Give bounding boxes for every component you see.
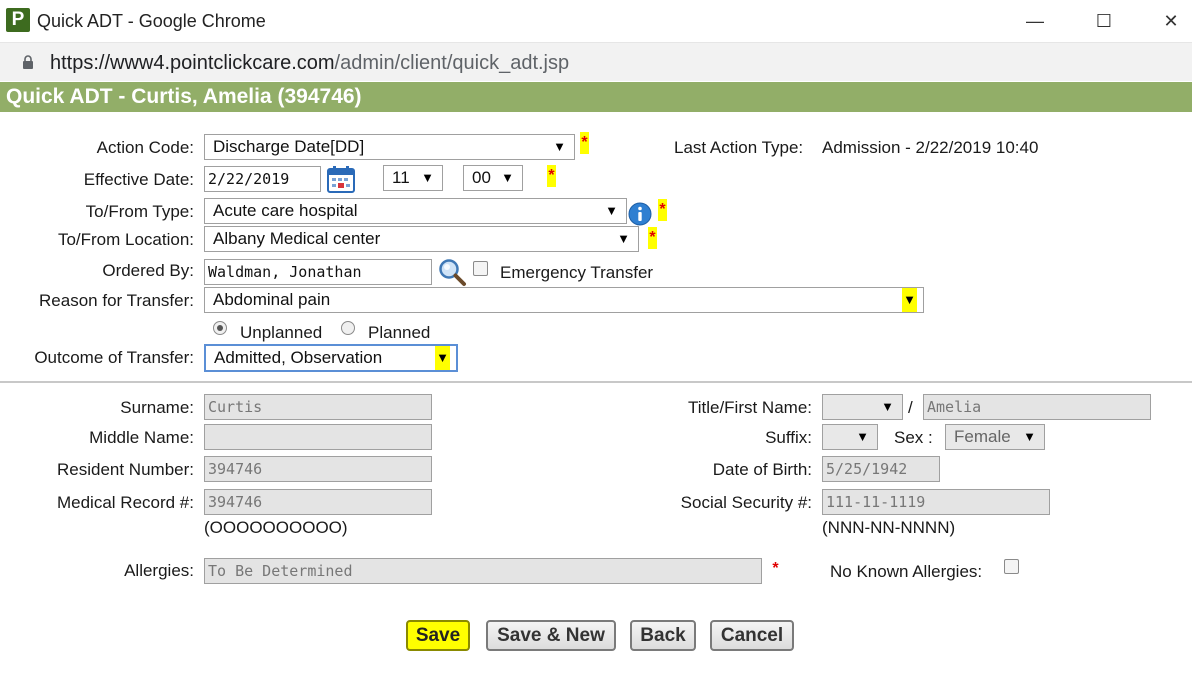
- unplanned-radio[interactable]: [213, 321, 227, 335]
- ordered-by-input[interactable]: Waldman, Jonathan: [204, 259, 432, 285]
- cancel-button[interactable]: Cancel: [710, 620, 794, 651]
- minimize-button[interactable]: —: [1012, 6, 1058, 36]
- action-code-label: Action Code:: [96, 138, 194, 157]
- ssn-format-hint: (NNN-NN-NNNN): [822, 518, 956, 537]
- to-from-location-select[interactable]: Albany Medical center ▼: [204, 226, 639, 252]
- outcome-of-transfer-select[interactable]: Admitted, Observation ▼: [204, 344, 458, 372]
- info-icon[interactable]: [628, 202, 652, 226]
- last-action-label: Last Action Type:: [674, 138, 804, 157]
- to-from-type-value: Acute care hospital: [213, 201, 358, 220]
- date-of-birth-label: Date of Birth:: [712, 460, 812, 479]
- effective-date-input[interactable]: 2/22/2019: [204, 166, 321, 192]
- effective-date-label: Effective Date:: [83, 170, 194, 189]
- middle-name-label: Middle Name:: [89, 428, 194, 447]
- name-separator: /: [908, 398, 913, 417]
- last-action-datetime: 2/22/2019 10:40: [915, 138, 1039, 157]
- emergency-transfer-label: Emergency Transfer: [500, 263, 654, 282]
- section-divider: [0, 381, 1192, 383]
- calendar-icon[interactable]: [326, 164, 356, 194]
- title-select[interactable]: ▼: [822, 394, 903, 420]
- planned-radio[interactable]: [341, 321, 355, 335]
- chevron-down-icon: ▼: [617, 231, 630, 246]
- reason-for-transfer-label: Reason for Transfer:: [39, 291, 194, 310]
- planned-label: Planned: [368, 323, 431, 342]
- required-marker: *: [580, 132, 589, 154]
- suffix-select[interactable]: ▼: [822, 424, 878, 450]
- title-first-name-label: Title/First Name:: [687, 398, 812, 417]
- last-action-separator: -: [900, 138, 916, 157]
- last-action-type: Admission: [822, 138, 901, 157]
- resident-number-label: Resident Number:: [56, 460, 194, 479]
- url-host: https://www4.pointclickcare.com: [50, 52, 335, 74]
- no-known-allergies-label: No Known Allergies:: [830, 562, 983, 581]
- sex-select[interactable]: Female ▼: [945, 424, 1045, 450]
- reason-for-transfer-value: Abdominal pain: [213, 290, 331, 309]
- no-known-allergies-checkbox[interactable]: [1004, 559, 1019, 574]
- ssn-input[interactable]: 111-11-1119: [822, 489, 1050, 515]
- save-and-new-button[interactable]: Save & New: [486, 620, 616, 651]
- save-button[interactable]: Save: [406, 620, 470, 651]
- outcome-of-transfer-label: Outcome of Transfer:: [34, 348, 194, 367]
- search-icon[interactable]: [437, 257, 467, 287]
- window-title: Quick ADT - Google Chrome: [37, 11, 266, 31]
- required-marker: *: [772, 560, 779, 577]
- chevron-down-icon: ▼: [856, 429, 869, 444]
- last-action-value: Admission - 2/22/2019 10:40: [822, 138, 1038, 158]
- medical-record-format-hint: (OOOOOOOOOO): [204, 518, 348, 537]
- hour-select[interactable]: 11 ▼: [383, 165, 443, 191]
- first-name-input[interactable]: Amelia: [923, 394, 1151, 420]
- back-button[interactable]: Back: [630, 620, 696, 651]
- minute-value: 00: [472, 168, 491, 187]
- to-from-location-label: To/From Location:: [57, 230, 194, 249]
- required-marker: *: [648, 227, 657, 249]
- url-text[interactable]: https://www4.pointclickcare.com/admin/cl…: [50, 52, 569, 75]
- to-from-location-value: Albany Medical center: [213, 229, 381, 248]
- ssn-label: Social Security #:: [680, 493, 812, 512]
- hour-value: 11: [392, 168, 410, 187]
- reason-for-transfer-select[interactable]: Abdominal pain ▼: [204, 287, 924, 313]
- url-path: /admin/client/quick_adt.jsp: [334, 52, 570, 74]
- allergies-label: Allergies:: [124, 561, 194, 580]
- middle-name-input[interactable]: [204, 424, 432, 450]
- resident-number-input[interactable]: 394746: [204, 456, 432, 482]
- chevron-down-icon: ▼: [881, 399, 894, 414]
- surname-input[interactable]: Curtis: [204, 394, 432, 420]
- to-from-type-label: To/From Type:: [85, 202, 194, 221]
- chevron-down-icon: ▼: [435, 346, 450, 370]
- required-marker: *: [547, 165, 556, 187]
- pointclickcare-logo-icon: P: [6, 8, 30, 32]
- surname-label: Surname:: [120, 398, 194, 417]
- chevron-down-icon: ▼: [421, 170, 434, 185]
- lock-icon: [23, 55, 33, 69]
- emergency-transfer-checkbox[interactable]: [473, 261, 488, 276]
- action-code-value: Discharge Date[DD]: [213, 137, 365, 156]
- chevron-down-icon: ▼: [501, 170, 514, 185]
- medical-record-label: Medical Record #:: [56, 493, 194, 512]
- suffix-label: Suffix:: [765, 428, 812, 447]
- chevron-down-icon: ▼: [605, 203, 618, 218]
- required-marker: *: [658, 199, 667, 221]
- minute-select[interactable]: 00 ▼: [463, 165, 523, 191]
- close-window-button[interactable]: ✕: [1148, 6, 1192, 36]
- to-from-type-select[interactable]: Acute care hospital ▼: [204, 198, 627, 224]
- page-title: Quick ADT - Curtis, Amelia (394746): [6, 85, 362, 108]
- sex-label: Sex :: [894, 428, 933, 447]
- medical-record-input[interactable]: 394746: [204, 489, 432, 515]
- date-of-birth-input[interactable]: 5/25/1942: [822, 456, 940, 482]
- action-code-select[interactable]: Discharge Date[DD] ▼: [204, 134, 575, 160]
- allergies-input[interactable]: To Be Determined: [204, 558, 762, 584]
- maximize-button[interactable]: ☐: [1081, 6, 1127, 36]
- sex-value: Female: [954, 427, 1011, 446]
- ordered-by-label: Ordered By:: [102, 261, 194, 280]
- chevron-down-icon: ▼: [553, 139, 566, 154]
- outcome-of-transfer-value: Admitted, Observation: [214, 348, 383, 367]
- chevron-down-icon: ▼: [1023, 429, 1036, 444]
- unplanned-label: Unplanned: [240, 323, 323, 342]
- chevron-down-icon: ▼: [902, 288, 917, 312]
